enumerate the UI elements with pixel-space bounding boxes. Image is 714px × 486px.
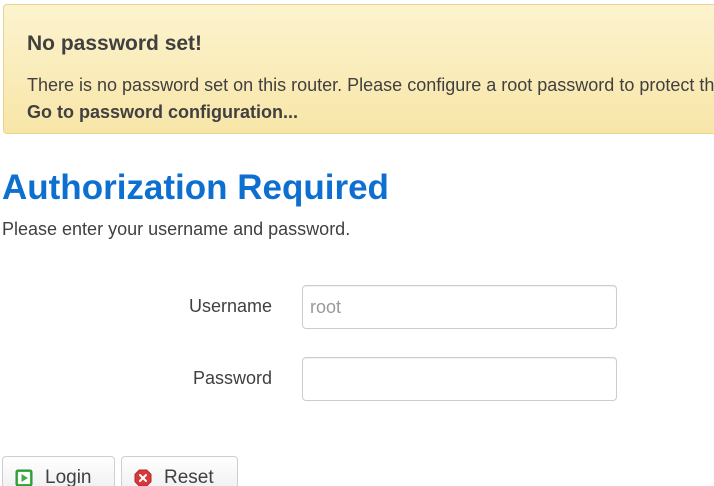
- login-button[interactable]: Login: [2, 456, 115, 486]
- login-button-label: Login: [45, 467, 92, 486]
- password-input[interactable]: [302, 357, 617, 401]
- password-label: Password: [192, 368, 272, 388]
- username-input[interactable]: [302, 285, 617, 329]
- alert-title: No password set!: [27, 32, 203, 55]
- reset-button-label: Reset: [164, 467, 214, 486]
- no-password-alert: No password set! There is no password se…: [3, 4, 714, 134]
- alert-message: There is no password set on this router.…: [27, 75, 714, 95]
- reset-icon: [134, 469, 152, 486]
- login-icon: [15, 469, 33, 486]
- page-description: Please enter your username and password.: [2, 219, 351, 239]
- reset-button[interactable]: Reset: [121, 456, 238, 486]
- username-label: Username: [188, 296, 272, 316]
- login-page: No password set! There is no password se…: [0, 0, 714, 486]
- password-configuration-link[interactable]: Go to password configuration...: [27, 102, 298, 123]
- page-title: Authorization Required: [2, 168, 389, 207]
